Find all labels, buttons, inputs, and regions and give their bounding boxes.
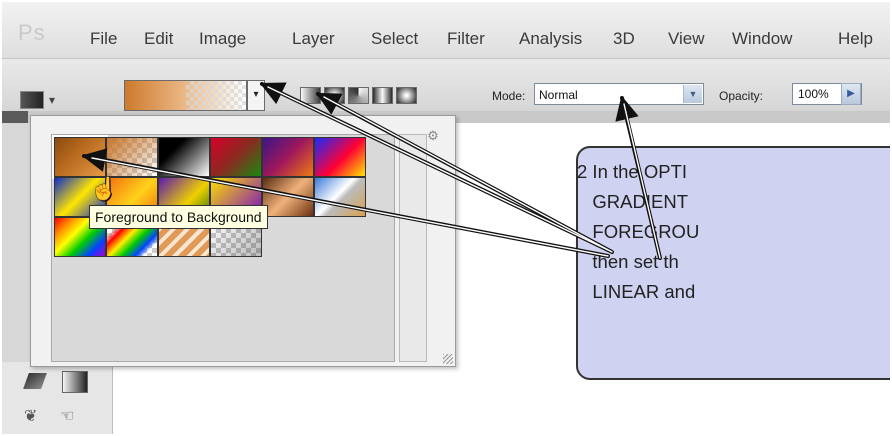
menu-filter[interactable]: Filter: [447, 29, 485, 49]
menu-3d[interactable]: 3D: [613, 29, 635, 49]
options-bar: ▾ ▾ Mode: Normal ▼ Opacity: 100% ▶: [2, 59, 890, 112]
gradient-picker-panel: ⚙: [30, 115, 456, 367]
opacity-label: Opacity:: [719, 89, 764, 103]
menu-edit[interactable]: Edit: [144, 29, 173, 49]
panel-collapse-strip[interactable]: [2, 111, 28, 123]
gear-icon[interactable]: ⚙: [425, 128, 441, 144]
swatch-blue-red-yellow[interactable]: [314, 137, 366, 177]
menu-bar: Ps File Edit Image Layer Select Filter A…: [2, 2, 890, 59]
gradient-picker-dropdown-button[interactable]: ▾: [247, 80, 265, 111]
menu-window[interactable]: Window: [732, 29, 792, 49]
linear-gradient-button[interactable]: [300, 87, 321, 104]
swatch-red-green[interactable]: [210, 137, 262, 177]
menu-file[interactable]: File: [90, 29, 117, 49]
smudge-tool-icon[interactable]: ☜: [60, 406, 82, 425]
gradient-tool-icon[interactable]: [62, 371, 88, 393]
menu-image[interactable]: Image: [199, 29, 246, 49]
toolbox-lower-section: [2, 362, 113, 434]
diamond-gradient-button[interactable]: [396, 87, 417, 104]
transparency-checker: [186, 81, 246, 110]
resize-grip-icon[interactable]: [443, 354, 453, 364]
photoshop-logo: Ps: [18, 20, 46, 45]
opacity-slider-arrow-icon[interactable]: ▶: [841, 83, 861, 105]
chevron-down-icon[interactable]: ▼: [683, 85, 702, 103]
photoshop-window: Ps File Edit Image Layer Select Filter A…: [2, 2, 890, 434]
reflected-gradient-button[interactable]: [372, 87, 393, 104]
instruction-callout-text: 2 In the OPTI GRADIENT FOREGROU then set…: [577, 161, 700, 302]
mode-select[interactable]: Normal ▼: [534, 83, 704, 105]
swatch-copper[interactable]: [262, 177, 314, 217]
mode-select-value: Normal: [539, 88, 578, 102]
angle-gradient-button[interactable]: [348, 87, 369, 104]
hand-cursor-icon: ☝: [90, 176, 118, 201]
menu-analysis[interactable]: Analysis: [519, 29, 582, 49]
menu-help[interactable]: Help: [838, 29, 873, 49]
radial-gradient-button[interactable]: [324, 87, 345, 104]
swatch-chrome[interactable]: [314, 177, 366, 217]
mode-label: Mode:: [492, 89, 526, 103]
menu-view[interactable]: View: [668, 29, 705, 49]
menu-select[interactable]: Select: [371, 29, 418, 49]
swatch-tooltip: Foreground to Background: [89, 205, 268, 229]
tool-preset-icon[interactable]: [20, 91, 44, 109]
swatch-foreground-to-transparent[interactable]: [106, 137, 158, 177]
swatch-foreground-to-background[interactable]: [52, 135, 108, 179]
picker-scrollbar[interactable]: [399, 134, 427, 362]
swatch-black-white[interactable]: [158, 137, 210, 177]
gradient-preview-swatch[interactable]: [124, 80, 247, 111]
blur-tool-icon[interactable]: ❦: [24, 406, 46, 425]
swatch-violet-orange[interactable]: [262, 137, 314, 177]
menu-layer[interactable]: Layer: [292, 29, 335, 49]
tool-preset-caret-icon[interactable]: ▾: [49, 93, 55, 107]
